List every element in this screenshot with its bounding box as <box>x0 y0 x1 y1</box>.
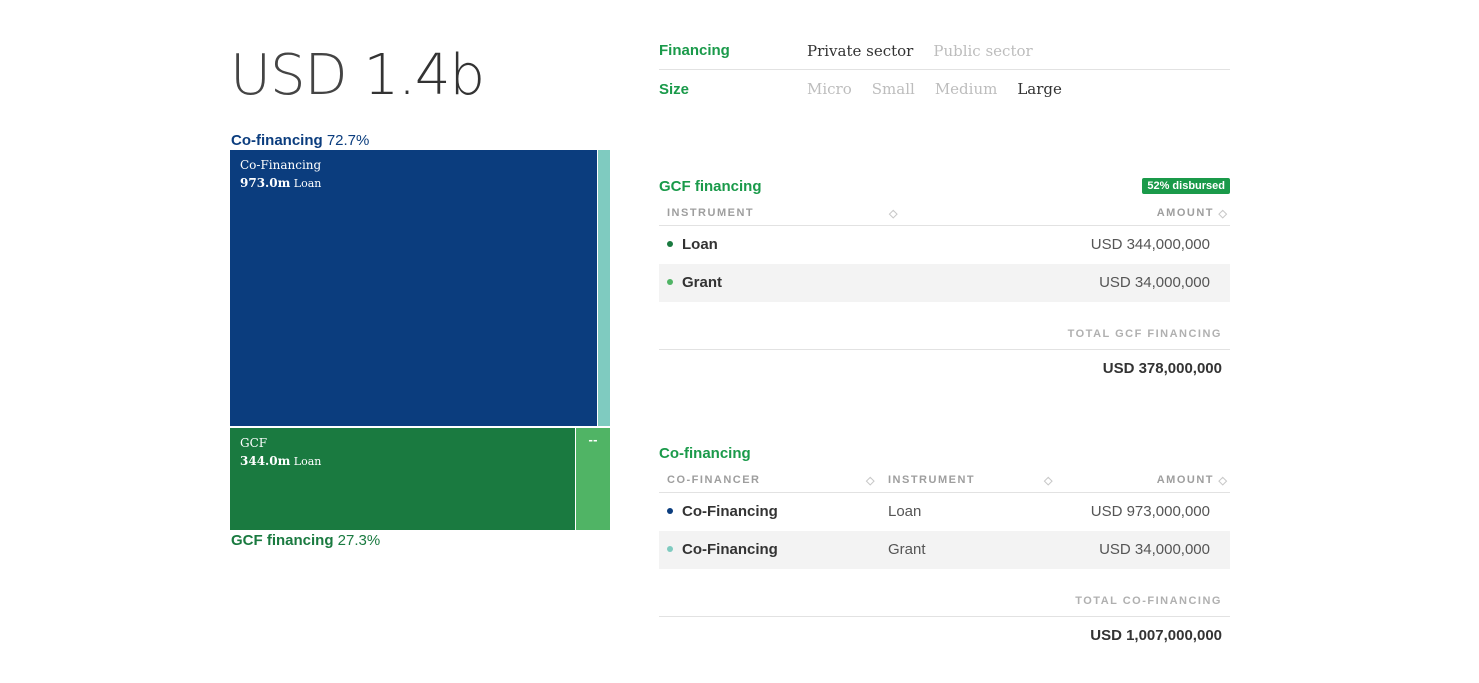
table-row: Co-Financing Grant USD 34,000,000 <box>659 531 1230 569</box>
co-financing-total-label: TOTAL CO-FINANCING <box>1075 595 1222 607</box>
treemap-label-cofinancing-name: Co-financing <box>231 132 323 149</box>
column-header-cofinancer[interactable]: CO-FINANCER <box>667 474 761 486</box>
row-cofinancer: Co-Financing <box>682 541 778 558</box>
row-amount: USD 34,000,000 <box>1099 274 1210 291</box>
co-financing-total-value: USD 1,007,000,000 <box>1090 627 1222 644</box>
treemap-cell-amount: 973.0m Loan <box>240 176 321 190</box>
filter-option-large[interactable]: Large <box>1017 80 1062 98</box>
treemap-cell-amount-value: 344.0m <box>240 454 291 468</box>
treemap-cell-amount-value: 973.0m <box>240 176 291 190</box>
filter-option-small[interactable]: Small <box>872 80 915 98</box>
treemap-label-gcf-pct: 27.3% <box>337 532 381 549</box>
treemap-cell-name: GCF <box>240 436 268 450</box>
treemap-label-gcf-name: GCF financing <box>231 532 334 549</box>
gcf-total-value-row: USD 378,000,000 <box>659 350 1230 386</box>
filter-label-size: Size <box>659 80 690 98</box>
gcf-total-label-row: TOTAL GCF FINANCING <box>659 302 1230 350</box>
dot-icon <box>667 546 673 553</box>
co-financing-table-header: CO-FINANCER ◇ INSTRUMENT ◇ AMOUNT ◇ <box>659 465 1230 493</box>
table-row: Co-Financing Loan USD 973,000,000 <box>659 493 1230 531</box>
treemap-label-gcf: GCF financing 27.3% <box>231 532 380 549</box>
row-instrument: Grant <box>682 274 723 291</box>
filter-label-financing: Financing <box>659 42 730 59</box>
treemap-cell-cofinancing-loan[interactable]: Co-Financing 973.0m Loan <box>230 150 597 426</box>
dot-icon <box>667 241 673 248</box>
co-financing-total-value-row: USD 1,007,000,000 <box>659 617 1230 653</box>
sort-icon[interactable]: ◇ <box>1044 474 1052 487</box>
filter-option-micro[interactable]: Micro <box>807 80 852 98</box>
gcf-total-value: USD 378,000,000 <box>1102 360 1222 377</box>
treemap-cell-gcf-grant[interactable]: -- <box>576 428 610 530</box>
financing-treemap: Co-Financing 973.0m Loan GCF 344.0m Loan… <box>230 150 610 530</box>
dot-icon <box>667 508 673 515</box>
table-row: Loan USD 344,000,000 <box>659 226 1230 264</box>
column-header-instrument[interactable]: INSTRUMENT <box>667 207 754 219</box>
gcf-financing-section: GCF financing 52% disbursed INSTRUMENT ◇… <box>659 176 1230 386</box>
table-row: Grant USD 34,000,000 <box>659 264 1230 302</box>
co-financing-title: Co-financing <box>659 445 751 462</box>
row-instrument: Grant <box>888 541 926 558</box>
row-cofinancer: Co-Financing <box>682 503 778 520</box>
gcf-total-label: TOTAL GCF FINANCING <box>1067 328 1222 340</box>
total-value: 1.4b <box>363 43 485 108</box>
disbursed-badge: 52% disbursed <box>1142 178 1230 194</box>
column-header-amount[interactable]: AMOUNT <box>1157 207 1214 219</box>
dot-icon <box>667 279 673 286</box>
row-instrument: Loan <box>888 503 922 520</box>
treemap-cell-cofinancing-grant[interactable] <box>598 150 610 426</box>
treemap-label-cofinancing-pct: 72.7% <box>326 132 370 149</box>
filter-option-medium[interactable]: Medium <box>935 80 998 98</box>
row-amount: USD 344,000,000 <box>1090 236 1210 253</box>
row-instrument: Loan <box>682 236 718 253</box>
filters-panel: Financing Private sector Public sector S… <box>659 32 1230 108</box>
column-header-instrument[interactable]: INSTRUMENT <box>888 474 975 486</box>
sort-icon[interactable]: ◇ <box>866 474 874 487</box>
co-financing-total-label-row: TOTAL CO-FINANCING <box>659 569 1230 617</box>
sort-icon[interactable]: ◇ <box>1219 474 1227 487</box>
filter-option-private-sector[interactable]: Private sector <box>807 42 913 60</box>
filter-option-public-sector[interactable]: Public sector <box>933 42 1032 60</box>
gcf-table-header: INSTRUMENT ◇ AMOUNT ◇ <box>659 198 1230 226</box>
filter-row-financing: Financing Private sector Public sector <box>659 32 1230 70</box>
treemap-label-cofinancing: Co-financing 72.7% <box>231 132 369 149</box>
total-amount: USD 1.4b <box>230 43 485 108</box>
treemap-cell-truncated: -- <box>588 434 598 447</box>
sort-icon[interactable]: ◇ <box>1219 207 1227 220</box>
row-amount: USD 34,000,000 <box>1099 541 1210 558</box>
treemap-cell-instrument: Loan <box>293 455 322 468</box>
column-header-amount[interactable]: AMOUNT <box>1157 474 1214 486</box>
treemap-cell-name: Co-Financing <box>240 158 322 172</box>
row-amount: USD 973,000,000 <box>1090 503 1210 520</box>
filter-row-size: Size Micro Small Medium Large <box>659 70 1230 108</box>
treemap-cell-instrument: Loan <box>293 177 322 190</box>
co-financing-section: Co-financing CO-FINANCER ◇ INSTRUMENT ◇ … <box>659 443 1230 653</box>
sort-icon[interactable]: ◇ <box>889 207 897 220</box>
treemap-cell-amount: 344.0m Loan <box>240 454 321 468</box>
treemap-cell-gcf-loan[interactable]: GCF 344.0m Loan <box>230 428 575 530</box>
total-currency: USD <box>230 43 348 108</box>
